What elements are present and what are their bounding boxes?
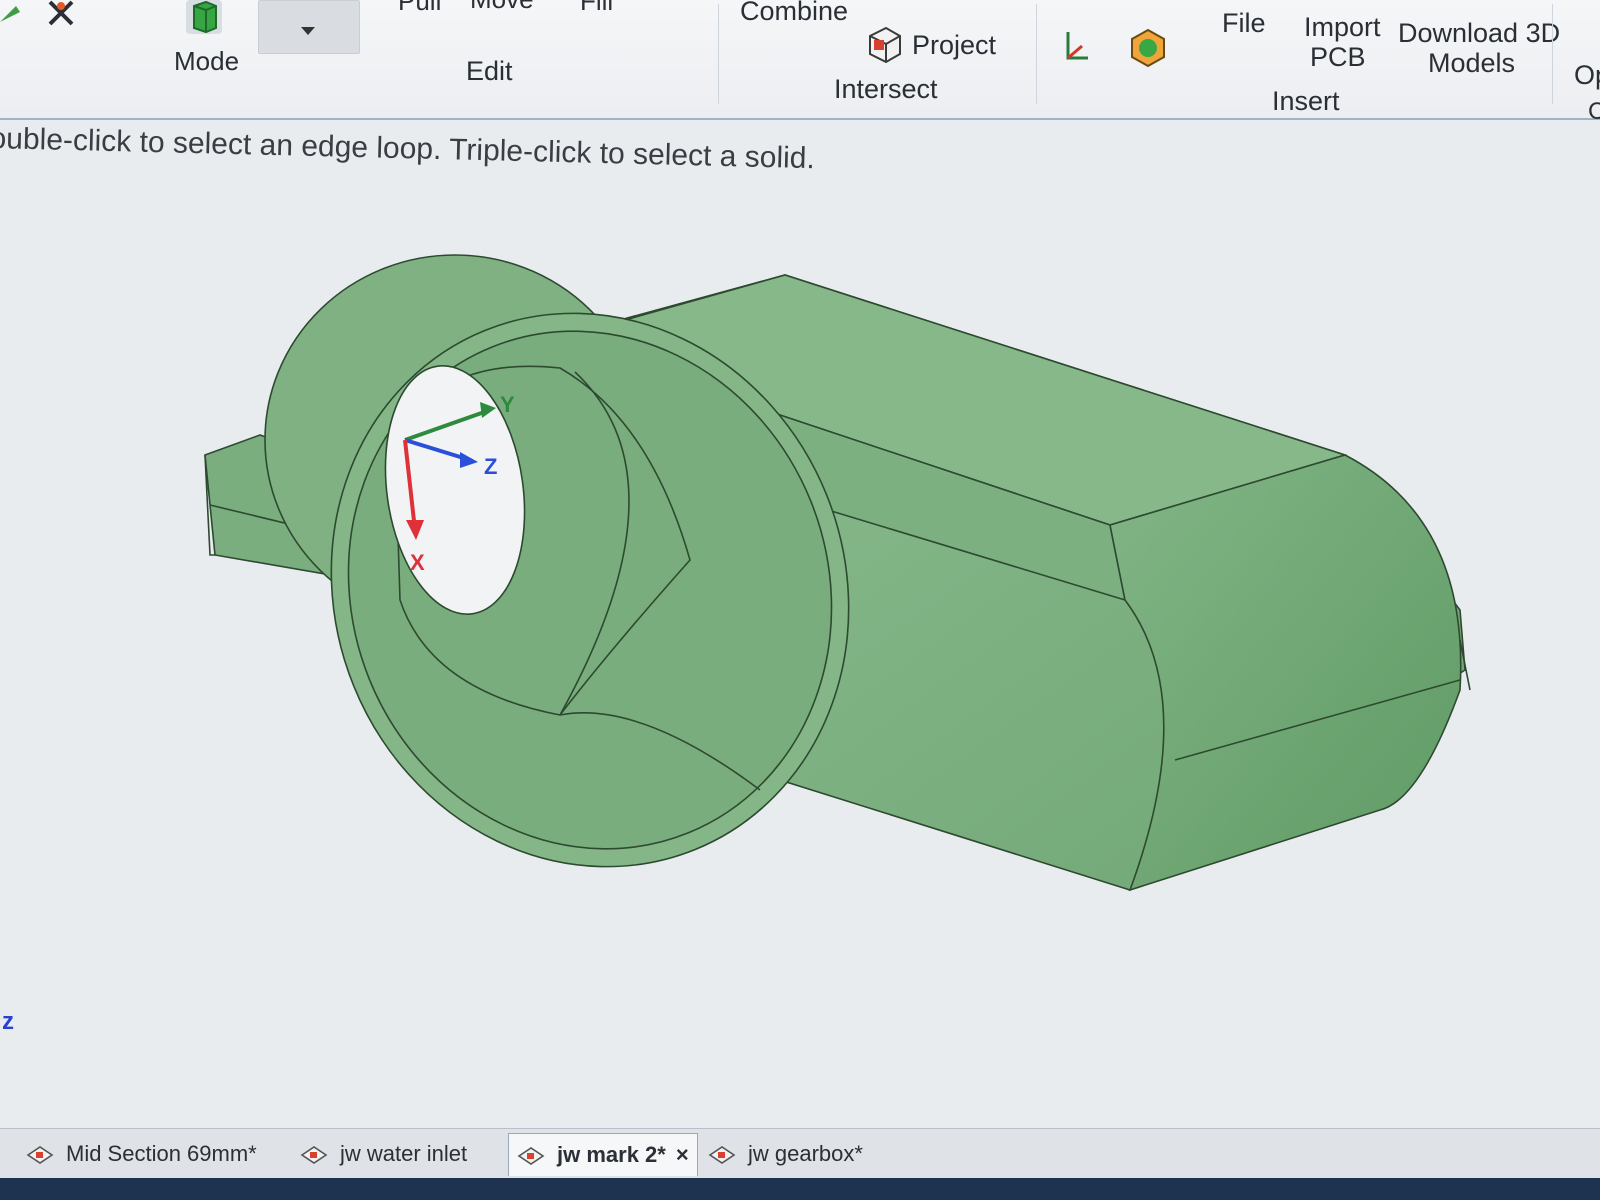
- pull-label[interactable]: Pull: [398, 0, 441, 17]
- fill-label[interactable]: Fill: [580, 0, 613, 17]
- import-pcb-line1[interactable]: Import: [1304, 12, 1381, 43]
- tab-jw-gearbox[interactable]: jw gearbox*: [700, 1133, 871, 1175]
- tab-label: Mid Section 69mm*: [66, 1141, 257, 1166]
- ribbon: Pull Move Fill Mode Edit Combine: [0, 0, 1600, 125]
- tab-label: jw gearbox*: [748, 1141, 863, 1166]
- file-button[interactable]: File: [1222, 8, 1266, 39]
- axis-z-label: Z: [484, 454, 497, 479]
- axis-tool-icon[interactable]: [1060, 30, 1090, 64]
- taskbar: [0, 1178, 1600, 1200]
- project-button[interactable]: Project: [912, 30, 996, 61]
- cross-tool-icon[interactable]: [44, 0, 78, 30]
- dropdown-arrow-icon: [301, 27, 315, 35]
- clipped-group-label-2: C: [1588, 98, 1600, 125]
- move-label[interactable]: Move: [470, 0, 534, 15]
- import-pcb-line2[interactable]: PCB: [1310, 42, 1366, 73]
- tab-label: jw mark 2*: [557, 1142, 666, 1167]
- combine-button[interactable]: Combine: [740, 0, 848, 27]
- tab-mid-section[interactable]: Mid Section 69mm*: [18, 1133, 265, 1175]
- mode-label[interactable]: Mode: [174, 46, 239, 77]
- tab-jw-water-inlet[interactable]: jw water inlet: [292, 1133, 475, 1175]
- document-icon: [517, 1147, 545, 1165]
- project-icon[interactable]: [864, 22, 906, 64]
- insert-group-label: Insert: [1272, 86, 1340, 116]
- axis-x-label: X: [410, 550, 425, 575]
- separator: [1036, 4, 1037, 104]
- document-tab-bar: Mid Section 69mm* jw water inlet jw mark…: [0, 1128, 1600, 1179]
- close-tab-icon[interactable]: ×: [676, 1142, 689, 1168]
- tool-arrow-icon[interactable]: [0, 0, 30, 26]
- separator: [1552, 4, 1553, 104]
- tab-label: jw water inlet: [340, 1141, 468, 1166]
- download-3d-line2[interactable]: Models: [1428, 48, 1515, 79]
- axis-y-label: Y: [500, 392, 515, 417]
- document-icon: [708, 1146, 736, 1164]
- mode-icon[interactable]: [186, 0, 222, 34]
- screen: Pull Move Fill Mode Edit Combine: [0, 0, 1600, 1200]
- edit-group-label: Edit: [466, 56, 513, 86]
- tab-jw-mark-2[interactable]: jw mark 2* ×: [508, 1133, 698, 1176]
- mode-dropdown[interactable]: [258, 0, 360, 54]
- solid-model[interactable]: [204, 235, 1471, 945]
- separator: [718, 4, 719, 104]
- 3d-viewport[interactable]: Y Z X: [0, 150, 1600, 1130]
- view-orientation-indicator: z: [2, 1008, 14, 1035]
- component-icon[interactable]: [1128, 28, 1168, 68]
- document-icon: [26, 1146, 54, 1164]
- document-icon: [300, 1146, 328, 1164]
- download-3d-line1[interactable]: Download 3D: [1398, 18, 1560, 49]
- clipped-group-label[interactable]: Op: [1574, 60, 1600, 91]
- intersect-group-label: Intersect: [834, 74, 938, 104]
